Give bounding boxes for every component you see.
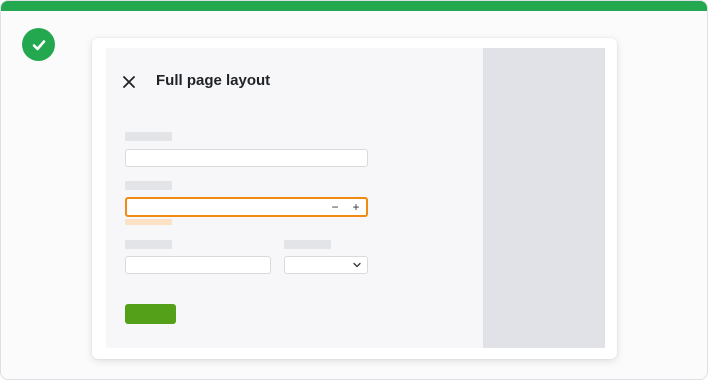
check-circle-icon <box>22 28 55 61</box>
quantity-stepper[interactable]: − + <box>125 197 368 217</box>
field-label-placeholder <box>125 240 172 249</box>
side-panel <box>483 48 605 348</box>
select-field[interactable] <box>284 256 368 274</box>
chevron-down-icon <box>353 262 361 268</box>
layout-preview-card: Full page layout − + <box>92 38 617 359</box>
field-label-placeholder <box>125 132 172 141</box>
decrement-button[interactable]: − <box>328 200 342 214</box>
example-frame: Full page layout − + <box>0 0 708 380</box>
increment-button[interactable]: + <box>349 200 363 214</box>
field-label-placeholder <box>125 181 172 190</box>
close-button[interactable] <box>120 73 138 91</box>
submit-button[interactable] <box>125 304 176 324</box>
success-top-bar <box>1 1 707 11</box>
page-title: Full page layout <box>156 72 271 89</box>
text-field[interactable] <box>125 149 368 167</box>
text-field[interactable] <box>125 256 271 274</box>
field-hint-placeholder <box>125 219 172 225</box>
close-icon <box>123 76 135 88</box>
main-panel: Full page layout − + <box>106 48 483 348</box>
field-label-placeholder <box>284 240 331 249</box>
